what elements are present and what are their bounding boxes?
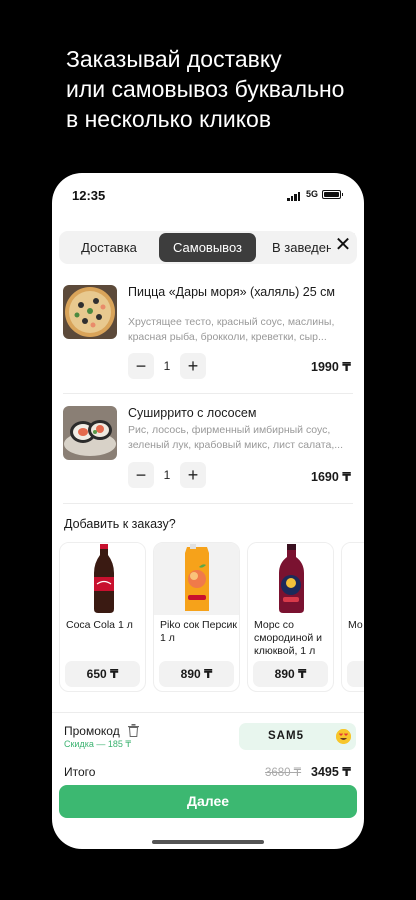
- headline-line-1: Заказывай доставку: [66, 46, 282, 72]
- addon-card[interactable]: Piko сок Персик 1 л 890 ₸: [153, 542, 240, 692]
- new-total: 3495 ₸: [311, 765, 351, 779]
- close-icon[interactable]: ✕: [331, 233, 355, 257]
- network-label: 5G: [306, 189, 319, 199]
- promo-code-field[interactable]: SAM5: [239, 723, 356, 750]
- total-label: Итого: [64, 765, 96, 779]
- mors-bottle-image: [248, 543, 333, 615]
- home-indicator: [152, 840, 264, 844]
- quantity-stepper: − 1 +: [128, 353, 206, 379]
- juice-pack-image: [154, 543, 239, 615]
- quantity-stepper: − 1 +: [128, 462, 206, 488]
- promo-headline: Заказывай доставку или самовывоз букваль…: [66, 44, 396, 134]
- addon-name: Мо сме виш: [348, 619, 364, 631]
- increase-button[interactable]: +: [180, 462, 206, 488]
- divider: [52, 712, 364, 713]
- trash-icon[interactable]: [128, 724, 139, 737]
- decrease-button[interactable]: −: [128, 353, 154, 379]
- addon-name: Coca Cola 1 л: [66, 619, 133, 631]
- quantity-value: 1: [163, 359, 171, 373]
- cola-bottle-image: [60, 543, 145, 615]
- burrito-image: [63, 406, 117, 460]
- addon-name: Piko сок Персик 1 л: [160, 619, 237, 644]
- phone-screen: 12:35 5G Доставка Самовывоз В заведении …: [52, 173, 364, 849]
- quantity-value: 1: [163, 468, 171, 482]
- pizza-image: [63, 285, 117, 339]
- addon-card[interactable]: Coca Cola 1 л 650 ₸: [59, 542, 146, 692]
- addon-name: Морс со смородиной и клюквой, 1 л: [254, 619, 323, 657]
- signal-icon: [287, 192, 300, 201]
- headline-line-2: или самовывоз буквально: [66, 76, 345, 102]
- addon-price-button[interactable]: 890 ₸: [253, 661, 328, 687]
- tab-pickup[interactable]: Самовывоз: [159, 233, 256, 262]
- promo-label: Промокод: [64, 724, 120, 738]
- heart-eyes-emoji-icon: [336, 729, 351, 744]
- divider: [63, 393, 353, 394]
- status-time: 12:35: [72, 188, 106, 203]
- addon-price-button[interactable]: 650 ₸: [65, 661, 140, 687]
- addon-card[interactable]: Мо сме виш: [341, 542, 364, 692]
- item-price: 1990 ₸: [311, 360, 351, 374]
- status-bar: 12:35 5G: [52, 173, 364, 217]
- addon-card[interactable]: Морс со смородиной и клюквой, 1 л 890 ₸: [247, 542, 334, 692]
- next-button[interactable]: Далее: [59, 785, 357, 818]
- addon-price-button[interactable]: [347, 661, 364, 687]
- divider: [63, 503, 353, 504]
- old-total: 3680 ₸: [265, 767, 302, 779]
- item-title: Пицца «Дары моря» (халяль) 25 см: [128, 285, 335, 299]
- order-type-tabs: Доставка Самовывоз В заведении: [59, 231, 357, 264]
- drink-image: [342, 543, 364, 615]
- headline-line-3: в несколько кликов: [66, 106, 272, 132]
- addon-price-button[interactable]: 890 ₸: [159, 661, 234, 687]
- decrease-button[interactable]: −: [128, 462, 154, 488]
- promo-code-value: SAM5: [268, 730, 304, 742]
- item-description: Хрустящее тесто, красный соус, маслины, …: [128, 316, 335, 343]
- item-description: Рис, лосось, фирменный имбирный соус, зе…: [128, 424, 343, 451]
- promo-discount: Скидка — 185 ₸: [64, 739, 132, 749]
- addons-title: Добавить к заказу?: [64, 517, 176, 531]
- item-price: 1690 ₸: [311, 470, 351, 484]
- item-title: Суширрито с лососем: [128, 406, 257, 420]
- increase-button[interactable]: +: [180, 353, 206, 379]
- battery-icon: [322, 190, 343, 199]
- tab-delivery[interactable]: Доставка: [59, 233, 159, 262]
